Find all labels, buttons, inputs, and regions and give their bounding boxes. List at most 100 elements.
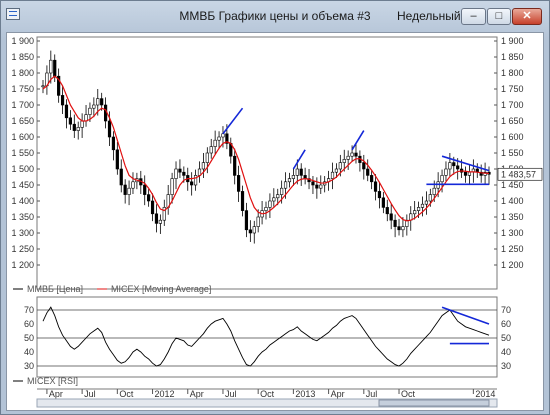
price-tick-label-right: 1 850 <box>501 52 524 62</box>
price-panel-frame <box>36 36 498 290</box>
price-candle <box>88 107 92 115</box>
price-tick-label-right: 1 450 <box>501 180 524 190</box>
x-tick-label: Apr <box>331 389 345 399</box>
price-candle <box>276 194 280 199</box>
price-candle <box>154 213 159 224</box>
price-candle <box>174 168 178 179</box>
title-bar[interactable]: ММВБ Графики цены и объема #3 Недельный … <box>1 1 549 31</box>
close-button[interactable]: ✕ <box>512 8 542 25</box>
trend-annotation-1 <box>222 107 244 135</box>
rsi-line <box>42 306 490 367</box>
price-candle <box>330 171 335 179</box>
price-tick-label-left: 1 350 <box>11 212 34 222</box>
price-candle <box>432 187 436 195</box>
price-candle <box>381 197 385 208</box>
price-candle <box>150 200 155 215</box>
price-candle <box>362 162 366 170</box>
price-candle <box>413 210 417 215</box>
price-candle <box>127 187 131 195</box>
chart-app-icon[interactable] <box>6 8 20 20</box>
price-candle <box>416 207 421 211</box>
price-candle <box>397 226 401 231</box>
price-candle <box>350 152 354 157</box>
price-candle <box>401 226 405 231</box>
price-candle <box>131 181 135 189</box>
price-candle <box>295 168 299 176</box>
maximize-button[interactable]: □ <box>487 8 511 25</box>
price-candle <box>96 98 100 106</box>
price-tick-label-left: 1 650 <box>11 116 34 126</box>
x-tick-label: Jul <box>225 389 237 399</box>
price-candle <box>209 146 213 154</box>
price-candle <box>248 229 252 234</box>
price-candle <box>315 184 319 189</box>
x-tick-label: Oct <box>401 389 416 399</box>
price-candle <box>456 165 460 170</box>
x-tick-label: 2014 <box>475 389 495 399</box>
price-candle <box>213 139 217 147</box>
price-candle <box>119 168 123 186</box>
price-tick-label-left: 1 900 <box>11 36 34 46</box>
price-candle <box>240 191 245 211</box>
price-candle <box>182 171 186 176</box>
price-candle <box>115 149 119 170</box>
price-tick-label-right: 1 900 <box>501 36 524 46</box>
price-candle <box>158 219 162 224</box>
price-candle <box>311 181 315 186</box>
price-candle <box>354 152 358 157</box>
x-tick-label: Apr <box>190 389 204 399</box>
rsi-tick-label-right: 50 <box>501 333 511 343</box>
rsi-tick-label-left: 70 <box>24 305 34 315</box>
x-tick-label: 2013 <box>295 389 315 399</box>
period-selector[interactable]: Недельный <box>397 9 461 23</box>
price-candle <box>201 162 206 170</box>
price-candle <box>147 194 151 202</box>
legend-rsi-label: MICEX [RSI] <box>27 376 78 386</box>
price-candle <box>448 162 452 170</box>
price-tick-label-left: 1 700 <box>11 100 34 110</box>
last-price-label: 1 483,57 <box>501 169 536 179</box>
price-candle <box>190 181 194 186</box>
price-candle <box>393 219 397 227</box>
price-candle <box>420 203 425 208</box>
price-candle <box>291 175 295 179</box>
rsi-tick-label-left: 60 <box>24 319 34 329</box>
price-tick-label-right: 1 250 <box>501 244 524 254</box>
legend-ma-label: MICEX [Moving Average] <box>111 284 211 294</box>
rsi-tick-label-right: 60 <box>501 319 511 329</box>
price-candle <box>424 200 429 205</box>
price-candle <box>111 136 116 151</box>
rsi-tick-label-right: 30 <box>501 361 511 371</box>
x-tick-label: Apr <box>49 389 63 399</box>
price-candle <box>463 171 468 176</box>
price-candle <box>244 210 249 231</box>
price-candle <box>280 187 284 195</box>
price-tick-label-right: 1 700 <box>501 100 524 110</box>
price-candle <box>76 127 80 131</box>
x-tick-label: Jul <box>84 389 96 399</box>
scrollbar-thumb[interactable] <box>378 399 490 407</box>
price-candle <box>366 168 370 176</box>
price-candle <box>100 98 104 106</box>
minimize-button[interactable]: – <box>461 8 486 25</box>
price-candle <box>60 95 65 106</box>
price-tick-label-right: 1 600 <box>501 132 524 142</box>
price-candle <box>107 120 112 138</box>
price-tick-label-left: 1 550 <box>11 148 34 158</box>
price-candle <box>440 175 444 183</box>
rsi-tick-label-left: 50 <box>24 333 34 343</box>
price-candle <box>143 184 147 195</box>
price-candle <box>444 168 448 176</box>
chart-area[interactable]: 1 900 1 900 1 850 1 850 1 800 1 800 1 750 1 750… <box>6 32 544 411</box>
price-candle <box>205 152 209 163</box>
price-candle <box>64 104 69 119</box>
price-candle <box>385 207 389 215</box>
trend-annotation-3 <box>351 130 365 151</box>
price-tick-label-right: 1 550 <box>501 148 524 158</box>
price-tick-label-right: 1 800 <box>501 68 524 78</box>
price-candle <box>299 168 303 176</box>
price-candle <box>346 155 350 160</box>
price-candle <box>319 184 323 189</box>
chart-svg[interactable]: 1 900 1 900 1 850 1 850 1 800 1 800 1 750 1 750… <box>7 33 543 410</box>
price-tick-label-left: 1 800 <box>11 68 34 78</box>
